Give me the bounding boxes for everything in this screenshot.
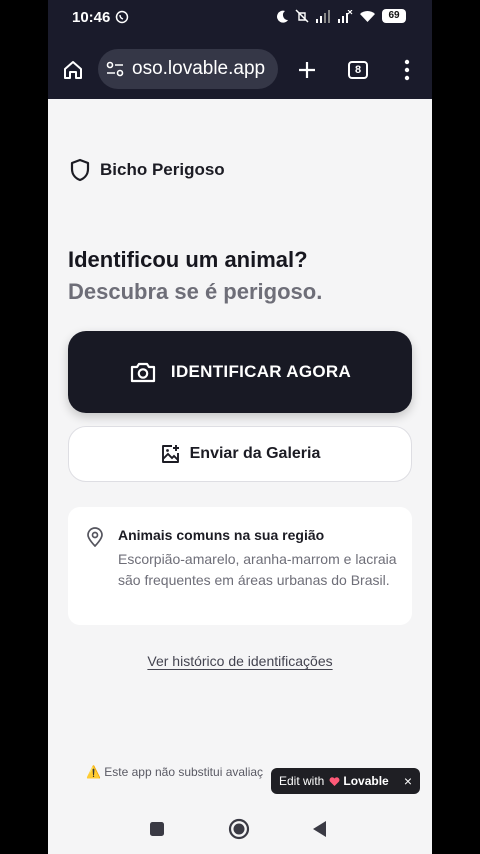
status-icons: 69 [276, 9, 406, 23]
camera-icon [130, 362, 156, 383]
disclaimer-text: ⚠️ Este app não substitui avaliaç [86, 765, 264, 779]
info-card-text: Escorpião-amarelo, aranha-marrom e lacra… [118, 551, 397, 588]
recents-icon[interactable] [149, 821, 165, 837]
identify-now-label: IDENTIFICAR AGORA [170, 362, 352, 381]
mute-icon [295, 9, 309, 23]
home-icon[interactable] [62, 59, 84, 81]
moon-icon [277, 10, 288, 23]
status-time: 10:46 [72, 9, 111, 26]
phone-screen: 10:46 69 oso.lovable.app 8 Bicho Perigos… [48, 0, 432, 854]
status-bar: 10:46 69 [48, 0, 432, 36]
close-badge-icon[interactable]: × [404, 773, 412, 789]
info-card: Animais comuns na sua região Escorpião-a… [68, 507, 412, 625]
android-nav-bar [48, 799, 432, 854]
browser-toolbar: oso.lovable.app 8 [48, 40, 432, 98]
back-icon[interactable] [311, 820, 327, 838]
lovable-brand-name: Lovable [343, 774, 389, 788]
info-card-title: Animais comuns na sua região [118, 527, 325, 543]
signal-x-icon [338, 9, 353, 23]
site-settings-icon[interactable] [106, 61, 124, 77]
signal-icon [316, 9, 330, 23]
web-page: Bicho Perigoso Identificou um animal? De… [48, 99, 432, 799]
location-pin-icon [87, 527, 103, 547]
shield-icon [70, 158, 90, 182]
app-brand[interactable]: Bicho Perigoso [70, 158, 225, 182]
whatsapp-icon [115, 10, 129, 29]
url-text: oso.lovable.app [132, 58, 266, 79]
lovable-heart-icon [329, 776, 340, 786]
identify-now-button[interactable]: IDENTIFICAR AGORA [68, 331, 412, 413]
history-link-label: Ver histórico de identificações [147, 653, 333, 669]
wifi-icon [360, 10, 375, 22]
new-tab-icon[interactable] [297, 60, 317, 80]
address-bar[interactable]: oso.lovable.app [98, 49, 278, 89]
page-title: Identificou um animal? [68, 247, 308, 272]
image-plus-icon [161, 445, 179, 463]
battery-indicator: 69 [382, 9, 406, 23]
upload-gallery-button[interactable]: Enviar da Galeria [68, 426, 412, 482]
history-link[interactable]: Ver histórico de identificações [48, 653, 432, 669]
lovable-edit-badge[interactable]: Edit with Lovable × [271, 768, 420, 794]
upload-gallery-label: Enviar da Galeria [189, 445, 321, 462]
tab-switcher-button[interactable]: 8 [348, 61, 368, 79]
home-nav-icon[interactable] [228, 818, 250, 840]
brand-name: Bicho Perigoso [100, 160, 225, 179]
page-subtitle: Descubra se é perigoso. [68, 279, 323, 304]
lovable-brand: Lovable [329, 774, 389, 788]
lovable-badge-prefix: Edit with [279, 774, 325, 788]
more-menu-icon[interactable] [403, 59, 411, 81]
